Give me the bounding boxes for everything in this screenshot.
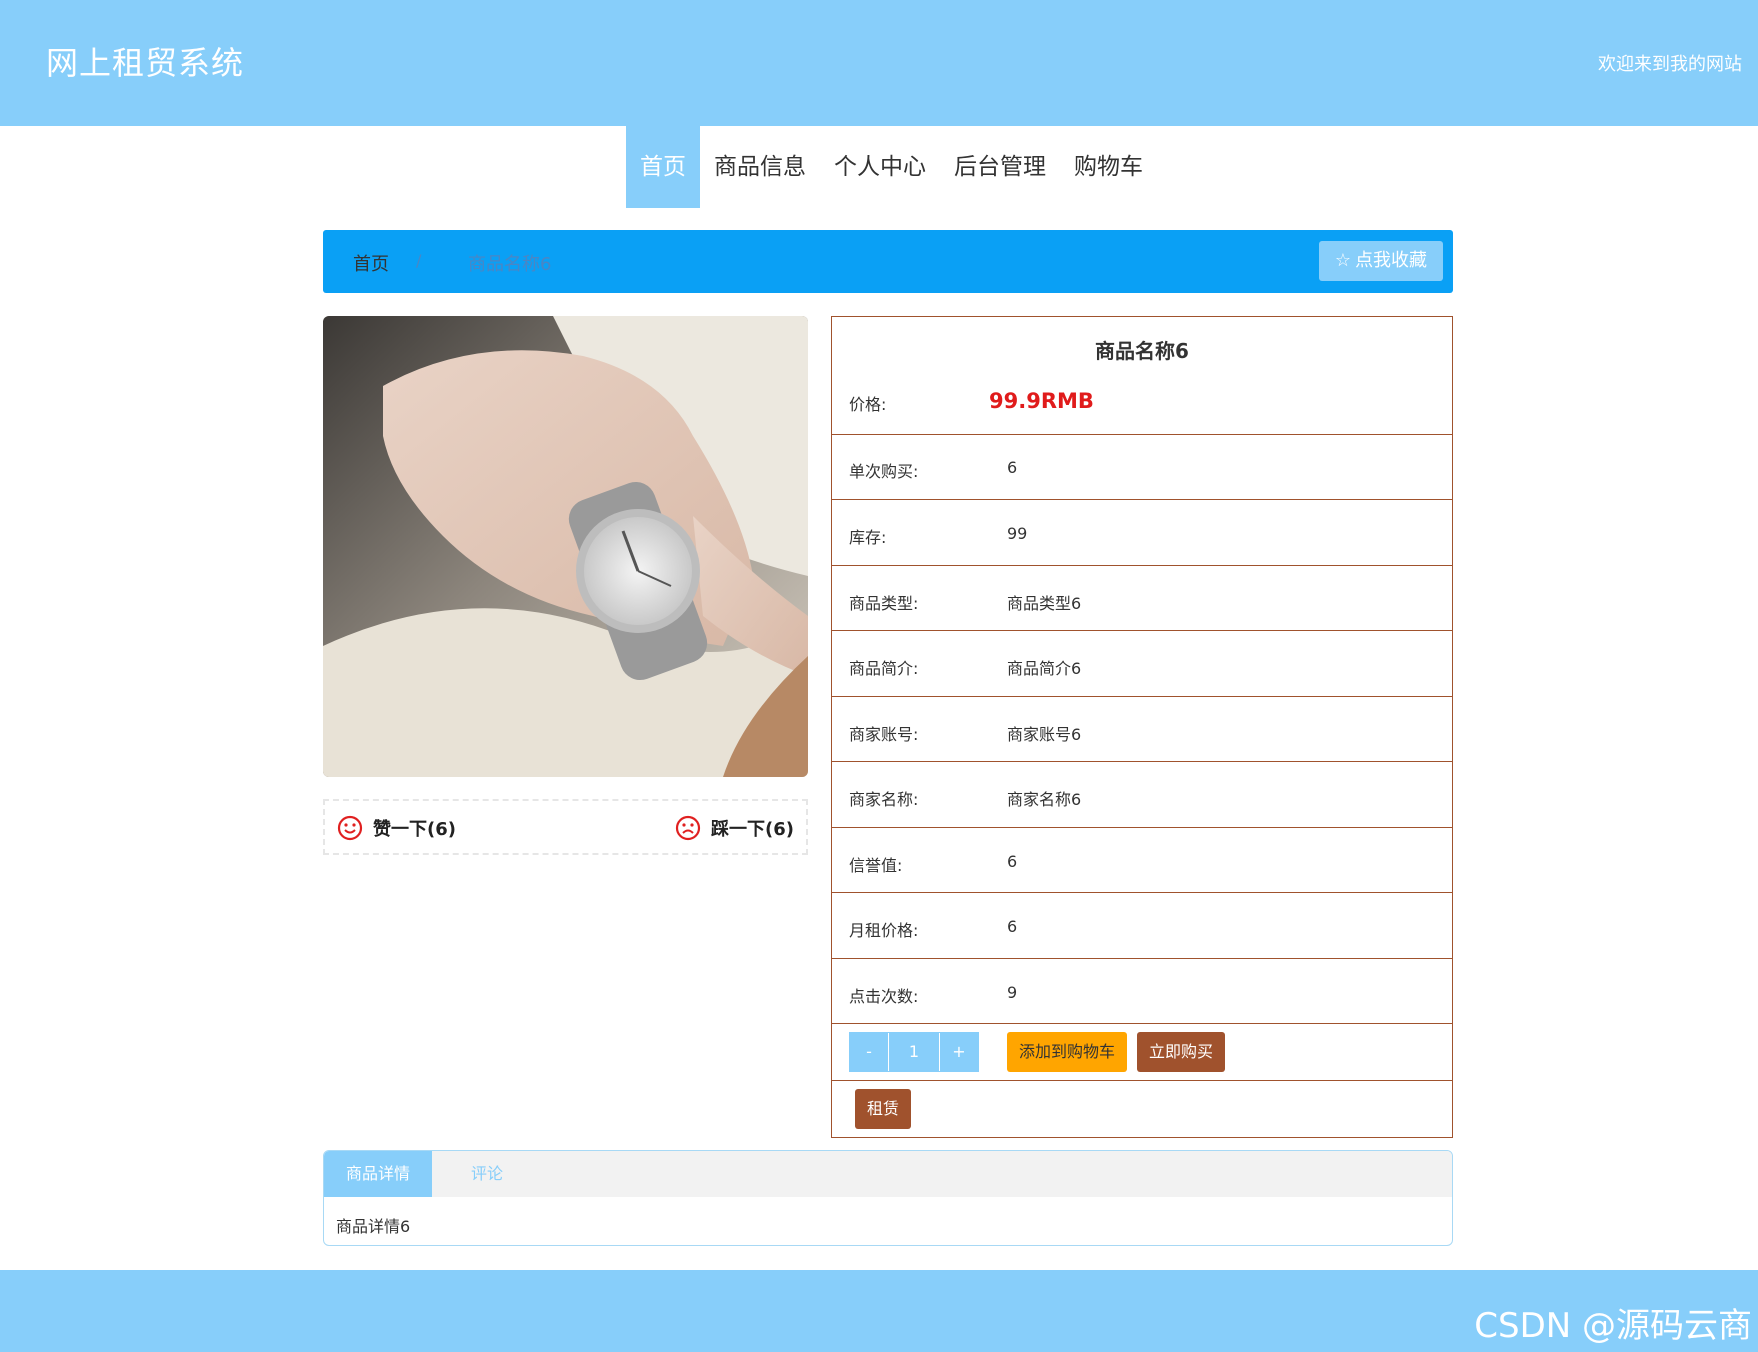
tab-comments[interactable]: 评论: [432, 1151, 542, 1197]
frown-icon: [675, 815, 701, 841]
info-value: 6: [1007, 852, 1018, 871]
rent-button[interactable]: 租赁: [855, 1089, 911, 1129]
quantity-increase-button[interactable]: +: [940, 1033, 978, 1071]
product-image: [323, 316, 808, 777]
info-row: 月租价格: 6: [832, 893, 1452, 959]
info-value: 商品简介6: [1007, 659, 1082, 678]
watermark: CSDN @源码云商: [1474, 1306, 1752, 1346]
buy-now-button[interactable]: 立即购买: [1137, 1032, 1225, 1072]
dislike-button[interactable]: 踩一下(6): [675, 815, 794, 841]
nav-item-home[interactable]: 首页: [626, 126, 700, 208]
dislike-label: 踩一下(6): [711, 819, 794, 840]
quantity-stepper: - 1 +: [849, 1032, 979, 1072]
info-value: 商品类型6: [1007, 594, 1082, 613]
purchase-row: - 1 + 添加到购物车 立即购买: [832, 1024, 1452, 1081]
info-label: 信誉值:: [849, 856, 903, 875]
quantity-input[interactable]: 1: [888, 1033, 940, 1071]
info-row: 点击次数: 9: [832, 959, 1452, 1024]
tab-product-details[interactable]: 商品详情: [324, 1151, 432, 1197]
info-row: 库存: 99: [832, 500, 1452, 566]
breadcrumb-current: 商品名称6: [468, 254, 552, 275]
info-row: 商家名称: 商家名称6: [832, 762, 1452, 828]
info-row: 商品简介: 商品简介6: [832, 631, 1452, 697]
info-row: 商家账号: 商家账号6: [832, 697, 1452, 762]
add-to-cart-button[interactable]: 添加到购物车: [1007, 1032, 1127, 1072]
main-nav: 首页 商品信息 个人中心 后台管理 购物车: [626, 126, 1157, 208]
info-value: 商家名称6: [1007, 790, 1082, 809]
tab-header: 商品详情 评论: [324, 1151, 1452, 1197]
vote-box: 赞一下(6) 踩一下(6): [323, 799, 808, 855]
breadcrumb: 首页 / 商品名称6 ☆ 点我收藏: [323, 230, 1453, 293]
breadcrumb-separator: /: [416, 251, 422, 270]
info-value: 6: [1007, 917, 1018, 936]
star-icon: ☆: [1334, 250, 1352, 271]
site-title: 网上租贸系统: [46, 44, 245, 82]
price-label: 价格:: [849, 395, 887, 414]
info-row: 信誉值: 6: [832, 828, 1452, 893]
favorite-button[interactable]: ☆ 点我收藏: [1319, 241, 1443, 281]
like-button[interactable]: 赞一下(6): [337, 815, 456, 841]
watch-on-wrist-illustration: [323, 316, 808, 777]
info-value: 99: [1007, 524, 1028, 543]
welcome-text: 欢迎来到我的网站: [1598, 54, 1742, 75]
nav-item-cart[interactable]: 购物车: [1060, 126, 1157, 208]
nav-item-personal-center[interactable]: 个人中心: [820, 126, 940, 208]
site-header: 网上租贸系统 欢迎来到我的网站: [0, 0, 1758, 126]
info-label: 单次购买:: [849, 462, 919, 481]
product-info-table: 商品名称6 价格: 99.9RMB 单次购买: 6 库存: 99 商品类型: 商…: [831, 316, 1453, 1138]
info-label: 商家名称:: [849, 790, 919, 809]
nav-item-products[interactable]: 商品信息: [700, 126, 820, 208]
nav-item-admin[interactable]: 后台管理: [940, 126, 1060, 208]
info-value: 6: [1007, 458, 1018, 477]
detail-tabs: 商品详情 评论 商品详情6: [323, 1150, 1453, 1246]
rent-row: 租赁: [832, 1081, 1452, 1138]
breadcrumb-home-link[interactable]: 首页: [353, 250, 389, 276]
info-label: 商家账号:: [849, 725, 919, 744]
info-label: 库存:: [849, 528, 887, 547]
price-value: 99.9RMB: [989, 389, 1094, 413]
tab-content: 商品详情6: [336, 1217, 411, 1236]
info-value: 商家账号6: [1007, 725, 1082, 744]
quantity-decrease-button[interactable]: -: [850, 1033, 888, 1071]
info-row: 单次购买: 6: [832, 435, 1452, 500]
info-label: 点击次数:: [849, 987, 919, 1006]
info-label: 月租价格:: [849, 921, 919, 940]
info-value: 9: [1007, 983, 1018, 1002]
price-row: 价格: 99.9RMB: [832, 317, 1452, 435]
info-label: 商品类型:: [849, 594, 919, 613]
favorite-button-label: 点我收藏: [1355, 250, 1428, 271]
like-label: 赞一下(6): [373, 819, 456, 840]
info-row: 商品类型: 商品类型6: [832, 566, 1452, 631]
smile-icon: [337, 815, 363, 841]
info-label: 商品简介:: [849, 659, 919, 678]
